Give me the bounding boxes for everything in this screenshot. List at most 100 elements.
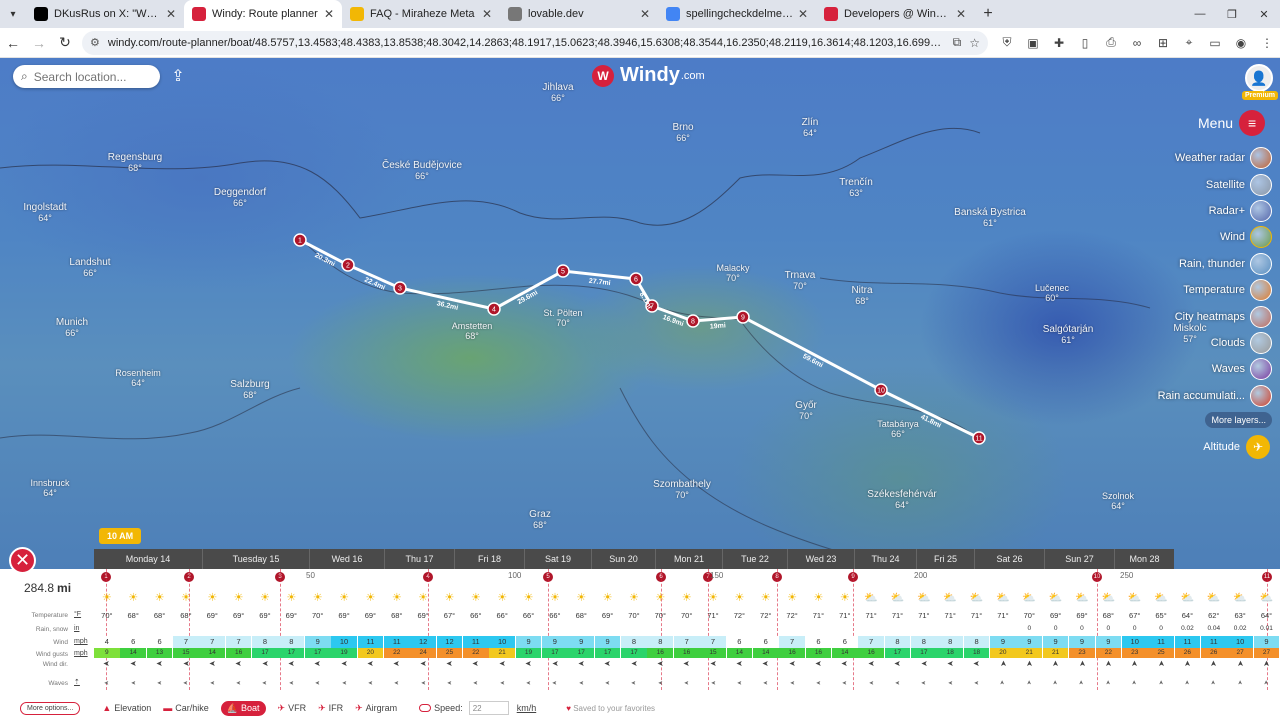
panel-icon[interactable]: ▯ <box>1072 30 1098 56</box>
day-label[interactable]: Monday 14 <box>94 549 202 569</box>
reload-button[interactable]: ↻ <box>52 30 78 56</box>
route-waypoint[interactable]: 8 <box>686 314 700 328</box>
mode-vfr[interactable]: ✈ VFR <box>278 701 307 716</box>
restore-icon[interactable]: ❐ <box>1216 0 1248 28</box>
tab-search-button[interactable]: ▾ <box>0 0 26 28</box>
user-avatar[interactable]: 👤 <box>1245 64 1273 92</box>
day-label[interactable]: Fri 18 <box>454 549 524 569</box>
day-label[interactable]: Sat 19 <box>524 549 591 569</box>
route-waypoint[interactable]: 6 <box>629 272 643 286</box>
more-options-button[interactable]: More options... <box>20 701 81 715</box>
layer-temperature[interactable]: Temperature <box>1142 277 1272 303</box>
close-tab-icon[interactable]: ✕ <box>482 7 492 21</box>
profile-icon[interactable]: ◉ <box>1228 30 1254 56</box>
unit-gusts[interactable]: mph <box>74 650 88 657</box>
route-waypoint[interactable]: 4 <box>487 302 501 316</box>
layer-rain-accumulati[interactable]: Rain accumulati... <box>1142 383 1272 409</box>
route-waypoint[interactable]: 2 <box>341 258 355 272</box>
weather-map[interactable]: 1 2 3 4 5 6 7 8 9 10 11 20.3mi 22.4mi 36.2mi 29.6mi 27… <box>0 58 1280 570</box>
back-button[interactable]: ← <box>0 30 26 56</box>
globe-icon <box>508 7 522 21</box>
browser-tab[interactable]: spellingcheckdelme - Google D ✕ <box>658 0 816 28</box>
print-icon[interactable]: ⎙ <box>1098 30 1124 56</box>
close-tab-icon[interactable]: ✕ <box>166 7 176 21</box>
forecast-grid[interactable]: ☀ 70° 4 9 ➤ ➤ ☀ 68° 6 14 ➤ ➤ ☀ 68° 6 13 ➤ ➤ ☀ 68° 7 15 ➤ ➤ ☀ 69° 7… <box>94 569 1280 690</box>
close-route-button[interactable]: ✕ <box>9 547 36 574</box>
unit-temperature[interactable]: °F <box>74 611 81 618</box>
layer-rain-thunder[interactable]: Rain, thunder <box>1142 251 1272 277</box>
more-layers-button[interactable]: More layers... <box>1205 411 1272 428</box>
extensions-puzzle-icon[interactable]: ✚ <box>1046 30 1072 56</box>
link-icon[interactable]: ∞ <box>1124 30 1150 56</box>
day-label[interactable]: Sat 26 <box>974 549 1044 569</box>
windy-logo[interactable]: W Windy .com <box>592 64 705 87</box>
wind-value: 8 <box>621 636 647 648</box>
site-info-icon[interactable]: ⚙ <box>90 36 100 49</box>
route-waypoint[interactable]: 1 <box>293 233 307 247</box>
layer-waves[interactable]: Waves <box>1142 356 1272 382</box>
location-icon[interactable]: ⌖ <box>1176 30 1202 56</box>
bookmark-star-icon[interactable]: ☆ <box>969 36 980 50</box>
day-label[interactable]: Sun 20 <box>591 549 655 569</box>
forward-button[interactable]: → <box>26 30 52 56</box>
layer-weather-radar[interactable]: Weather radar <box>1142 145 1272 171</box>
speed-unit[interactable]: km/h <box>517 703 537 713</box>
browser-tab[interactable]: FAQ - Miraheze Meta ✕ <box>342 0 500 28</box>
altitude-button[interactable]: Altitude ✈ <box>1203 435 1270 459</box>
speed-toggle[interactable] <box>419 704 432 712</box>
close-tab-icon[interactable]: ✕ <box>640 7 650 21</box>
search-location-box[interactable]: ⌕ <box>13 65 160 88</box>
day-label[interactable]: Mon 28 <box>1114 549 1174 569</box>
route-waypoint[interactable]: 5 <box>556 264 570 278</box>
speed-input[interactable] <box>468 701 509 715</box>
saved-favorites[interactable]: ♥ Saved to your favorites <box>566 704 655 713</box>
layer-clouds[interactable]: Clouds <box>1142 330 1272 356</box>
browser-tab[interactable]: lovable.dev ✕ <box>500 0 658 28</box>
close-tab-icon[interactable]: ✕ <box>798 7 808 21</box>
new-tab-button[interactable]: + <box>974 0 1002 28</box>
close-window-icon[interactable]: ✕ <box>1248 0 1280 28</box>
day-label[interactable]: Fri 25 <box>916 549 974 569</box>
day-label[interactable]: Mon 21 <box>655 549 722 569</box>
extension-icon[interactable]: ▣ <box>1020 30 1046 56</box>
route-waypoint[interactable]: 3 <box>393 281 407 295</box>
map-borders: 1234567891011 20.3mi22.4mi36.2mi29.6mi27… <box>0 127 1151 559</box>
layer-satellite[interactable]: Satellite <box>1142 171 1272 197</box>
mode-boat[interactable]: ⛵ Boat <box>220 700 266 716</box>
route-waypoint[interactable]: 10 <box>874 383 888 397</box>
address-bar[interactable]: ⚙ windy.com/route-planner/boat/48.5757,1… <box>82 30 988 55</box>
search-input[interactable] <box>33 69 144 84</box>
close-tab-icon[interactable]: ✕ <box>324 7 334 21</box>
browser-tab[interactable]: DKusRus on X: "What never re ✕ <box>26 0 184 28</box>
day-label[interactable]: Thu 24 <box>854 549 916 569</box>
kebab-menu-icon[interactable]: ⋮ <box>1254 30 1280 56</box>
wallet-icon[interactable]: ▭ <box>1202 30 1228 56</box>
day-label[interactable]: Wed 16 <box>309 549 384 569</box>
day-label[interactable]: Sun 27 <box>1044 549 1114 569</box>
day-label[interactable]: Tue 22 <box>722 549 787 569</box>
mode-airgram[interactable]: ✈ Airgram <box>355 701 397 716</box>
browser-tab[interactable]: Windy: Route planner ✕ <box>184 0 342 28</box>
install-icon[interactable]: ⧉ <box>953 35 962 50</box>
unit-wind[interactable]: mph <box>74 638 88 645</box>
day-label[interactable]: Thu 17 <box>384 549 454 569</box>
day-label[interactable]: Wed 23 <box>787 549 854 569</box>
layer-city-heatmaps[interactable]: City heatmaps <box>1142 303 1272 329</box>
menu-button[interactable]: Menu ≡ <box>1198 110 1266 136</box>
minimize-icon[interactable]: — <box>1184 0 1216 28</box>
browser-tab[interactable]: Developers @ Windy Commun ✕ <box>816 0 974 28</box>
unit-rain[interactable]: in <box>74 625 79 632</box>
share-icon[interactable]: ⇪ <box>167 66 189 86</box>
close-tab-icon[interactable]: ✕ <box>956 7 966 21</box>
layer-wind[interactable]: Wind <box>1142 224 1272 250</box>
mode-ifr[interactable]: ✈ IFR <box>318 701 343 716</box>
route-waypoint[interactable]: 9 <box>736 310 750 324</box>
mode-elevation[interactable]: ▲ Elevation <box>102 701 151 716</box>
extension-icon[interactable]: ⛨ <box>994 30 1020 56</box>
grid-icon[interactable]: ⊞ <box>1150 30 1176 56</box>
layer-radar[interactable]: Radar+ <box>1142 198 1272 224</box>
day-label[interactable]: Tuesday 15 <box>202 549 309 569</box>
day-timeline[interactable]: Monday 14 Tuesday 15 Wed 16 Thu 17 Fri 18 Sat… <box>94 549 1174 569</box>
mode-car-hike[interactable]: ▬ Car/hike <box>163 701 209 716</box>
route-waypoint[interactable]: 11 <box>972 431 986 445</box>
